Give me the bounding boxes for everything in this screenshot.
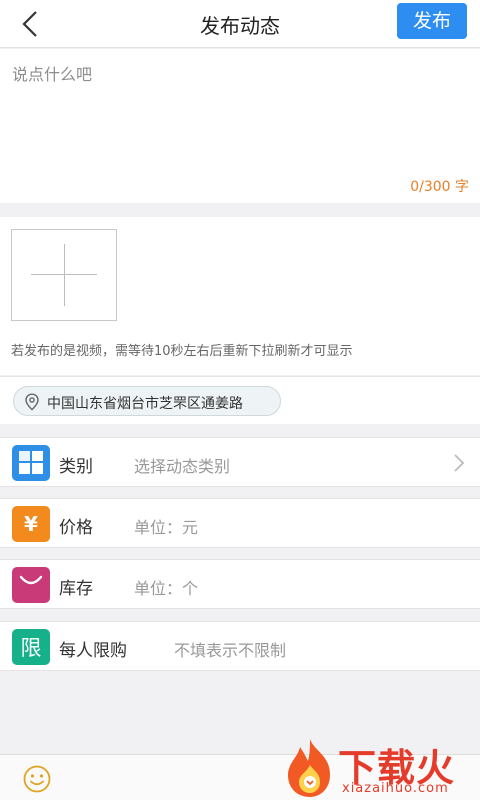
category-select[interactable]: 选择动态类别 [134,453,230,477]
bag-icon [12,567,50,603]
price-row[interactable]: ¥ 价格 单位：元 [0,498,480,548]
char-counter: 0/300 字 [410,179,469,195]
grid-icon [12,445,50,481]
add-media-button[interactable] [11,229,117,321]
category-row[interactable]: 类别 选择动态类别 [0,437,480,487]
limit-icon: 限 [12,629,50,665]
video-hint: 若发布的是视频，需等待10秒左右后重新下拉刷新才可显示 [11,344,353,359]
smiley-icon[interactable] [22,764,52,794]
yen-icon: ¥ [12,506,50,542]
svg-text:限: 限 [21,636,42,660]
limit-row[interactable]: 限 每人限购 不填表示不限制 [0,621,480,671]
compose-textarea[interactable]: 说点什么吧 0/300 字 [0,49,480,203]
fire-logo-icon [288,739,330,797]
top-bar: 发布动态 发布 [0,0,480,48]
stock-input[interactable]: 单位：个 [134,575,198,599]
stock-row[interactable]: 库存 单位：个 [0,559,480,609]
price-label: 价格 [59,518,93,538]
price-input[interactable]: 单位：元 [134,514,198,538]
svg-text:¥: ¥ [24,512,38,536]
category-label: 类别 [59,457,93,477]
chevron-right-icon [454,454,465,472]
compose-placeholder: 说点什么吧 [12,65,93,84]
limit-input[interactable]: 不填表示不限制 [174,637,286,661]
location-row: 中国山东省烟台市芝罘区通姜路 [0,376,480,424]
location-chip[interactable]: 中国山东省烟台市芝罘区通姜路 [13,386,281,416]
watermark-domain: xiazaihuo.com [342,781,449,796]
location-pin-icon [25,393,39,411]
stock-label: 库存 [59,579,93,599]
location-text: 中国山东省烟台市芝罘区通姜路 [47,396,243,412]
publish-button[interactable]: 发布 [397,3,467,39]
watermark: 下载火 xiazaihuo.com [280,735,480,800]
plus-icon-vertical [64,244,65,306]
media-section: 若发布的是视频，需等待10秒左右后重新下拉刷新才可显示 [0,217,480,375]
limit-label: 每人限购 [59,641,127,661]
